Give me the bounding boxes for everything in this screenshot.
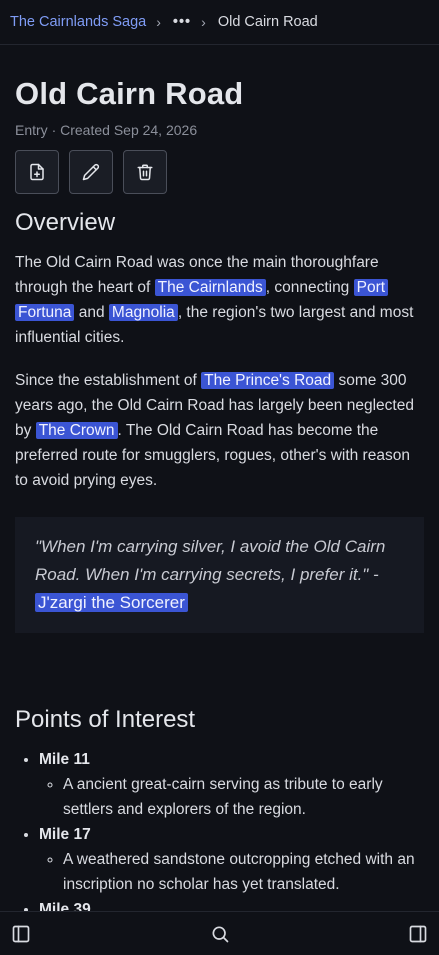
- breadcrumb-ellipsis[interactable]: •••: [173, 14, 191, 30]
- link-the-crown[interactable]: The Crown: [35, 422, 118, 439]
- points-of-interest-list: Mile 11 A ancient great-cairn serving as…: [15, 747, 424, 911]
- list-item: Mile 11 A ancient great-cairn serving as…: [39, 747, 424, 822]
- mile-description: A weathered sandstone outcropping etched…: [63, 847, 424, 897]
- link-the-cairnlands[interactable]: The Cairnlands: [154, 279, 266, 296]
- page-meta: Entry · Created Sep 24, 2026: [15, 122, 198, 138]
- mile-label: Mile 17: [39, 826, 91, 843]
- edit-button[interactable]: [69, 150, 113, 194]
- list-item: Mile 17 A weathered sandstone outcroppin…: [39, 822, 424, 897]
- new-entry-button[interactable]: [15, 150, 59, 194]
- trash-icon: [137, 164, 153, 181]
- mile-label: Mile 39: [39, 901, 91, 911]
- delete-button[interactable]: [123, 150, 167, 194]
- text-span: Since the establishment of: [15, 372, 202, 389]
- mile-description: A ancient great-cairn serving as tribute…: [63, 772, 424, 822]
- points-of-interest-heading: Points of Interest: [15, 706, 196, 733]
- sidebar-left-icon: [12, 925, 30, 942]
- quote-block: "When I'm carrying silver, I avoid the O…: [15, 517, 424, 633]
- breadcrumb-root-link[interactable]: The Cairnlands Saga: [10, 14, 146, 30]
- overview-heading: Overview: [15, 209, 116, 236]
- file-plus-icon: [30, 163, 44, 181]
- chevron-right-icon: ›: [201, 14, 206, 30]
- app: The Cairnlands Saga › ••• › Old Cairn Ro…: [0, 0, 439, 955]
- action-toolbar: [15, 150, 424, 194]
- search-button[interactable]: [209, 923, 231, 945]
- toggle-left-sidebar-button[interactable]: [10, 923, 32, 945]
- link-jzargi-the-sorcerer[interactable]: J'zargi the Sorcerer: [35, 593, 188, 612]
- overview-paragraph-1: The Old Cairn Road was once the main tho…: [15, 250, 424, 350]
- page-title: Old Cairn Road: [15, 76, 244, 111]
- sidebar-right-icon: [409, 925, 427, 942]
- bottom-toolbar: [0, 911, 439, 955]
- breadcrumb: The Cairnlands Saga › ••• › Old Cairn Ro…: [0, 0, 439, 45]
- chevron-right-icon: ›: [156, 14, 161, 30]
- link-magnolia[interactable]: Magnolia: [108, 304, 178, 321]
- sub-list: A weathered sandstone outcropping etched…: [39, 847, 424, 897]
- sub-list: A ancient great-cairn serving as tribute…: [39, 772, 424, 822]
- text-span: and: [74, 304, 109, 321]
- overview-paragraph-2: Since the establishment of The Prince's …: [15, 368, 424, 493]
- main-content[interactable]: Old Cairn Road Entry · Created Sep 24, 2…: [0, 46, 439, 911]
- pencil-icon: [82, 163, 100, 181]
- link-the-princes-road[interactable]: The Prince's Road: [201, 372, 335, 389]
- search-icon: [212, 926, 228, 942]
- mile-label: Mile 11: [39, 751, 90, 768]
- list-item: Mile 39: [39, 897, 424, 911]
- quote-text: "When I'm carrying silver, I avoid the O…: [35, 537, 386, 584]
- breadcrumb-current: Old Cairn Road: [217, 14, 318, 30]
- toggle-right-sidebar-button[interactable]: [407, 923, 429, 945]
- text-span: , connecting: [265, 279, 354, 296]
